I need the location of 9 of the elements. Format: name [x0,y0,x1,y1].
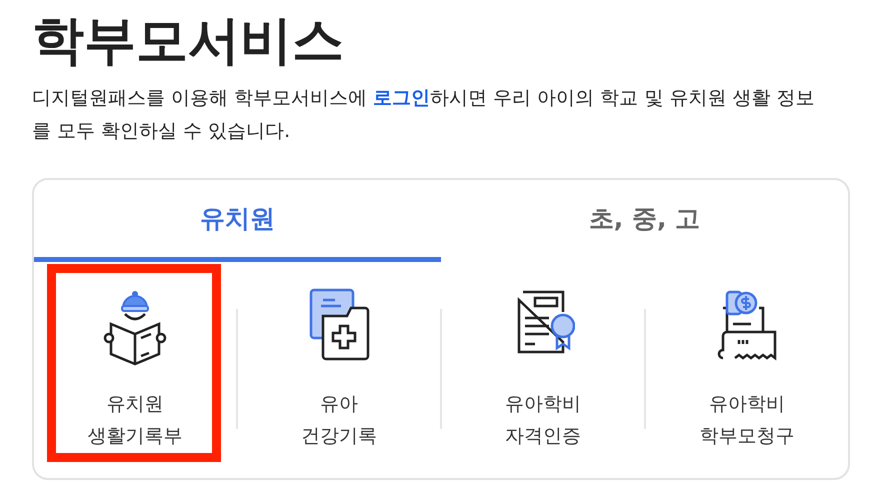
page-title: 학부모서비스 [32,10,345,73]
login-link[interactable]: 로그인 [373,87,430,109]
tab[interactable]: 유치원 [34,180,441,262]
service-label[interactable]: 유아 건강기록 [301,388,377,452]
intro-text: 디지털원패스를 이용해 학부모서비스에 로그인하시면 우리 아이의 학교 및 유치원 생활 정보를 모두 확인하실 수 있습니다. [32,86,816,144]
tab[interactable]: 초, 중, 고 [441,180,848,262]
service-label[interactable]: 유치원 생활기록부 [88,388,182,452]
service-label[interactable]: 유아학비 학부모청구 [700,388,794,452]
service-label[interactable]: 유아학비 자격인증 [505,388,581,452]
